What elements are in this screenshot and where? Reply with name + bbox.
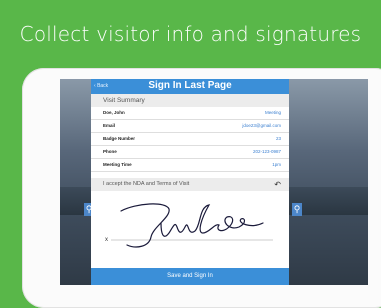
summary-row-badge: Badge Number 23 xyxy=(91,133,289,146)
visit-summary-header: Visit Summary xyxy=(91,94,289,107)
summary-row-email: Email jdoe23@gmail.com xyxy=(91,120,289,133)
row-label: Meeting Time xyxy=(103,162,132,167)
signature-x-mark: x xyxy=(105,237,108,243)
undo-icon[interactable]: ↶ xyxy=(274,180,281,189)
row-label: Email xyxy=(103,123,116,128)
nda-acceptance-header: I accept the NDA and Terms of Visit ↶ xyxy=(91,178,289,191)
marketing-headline: Collect visitor info and signatures xyxy=(19,22,362,46)
nav-bar: ‹ Back Sign In Last Page xyxy=(91,79,289,94)
page-title: Sign In Last Page xyxy=(148,80,232,91)
signature-stroke xyxy=(120,203,264,248)
row-value: jdoe23@gmail.com xyxy=(242,123,281,128)
signature-drawing: x xyxy=(105,203,273,248)
row-value: 1pm xyxy=(272,162,281,167)
row-value: Meeting xyxy=(264,110,281,115)
row-value: 23 xyxy=(275,136,281,141)
signature-pad[interactable]: x xyxy=(91,193,289,263)
sign-in-modal: ‹ Back Sign In Last Page Visit Summary D… xyxy=(91,79,289,285)
row-label: Doe, John xyxy=(103,110,125,115)
summary-row-meeting-time: Meeting Time 1pm xyxy=(91,159,289,172)
row-label: Badge Number xyxy=(103,136,136,141)
summary-row-phone: Phone 202-123-0987 xyxy=(91,146,289,159)
summary-row-name: Doe, John Meeting xyxy=(91,107,289,120)
background-person-icon: ⚲ xyxy=(292,203,302,216)
save-and-sign-in-button[interactable]: Save and Sign In xyxy=(91,268,289,285)
nda-text: I accept the NDA and Terms of Visit xyxy=(103,181,190,187)
row-label: Phone xyxy=(103,149,117,154)
row-value: 202-123-0987 xyxy=(252,149,281,154)
